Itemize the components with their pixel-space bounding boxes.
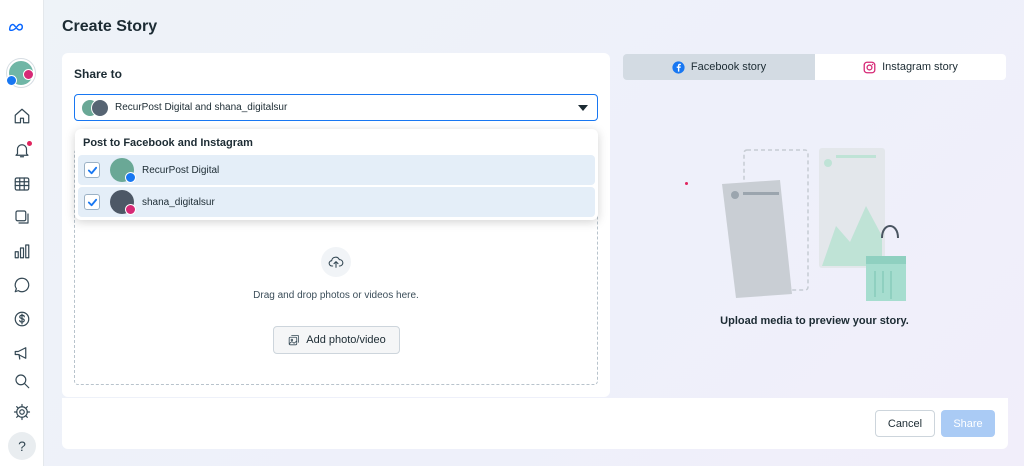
account-dropdown: Post to Facebook and Instagram RecurPost… <box>75 129 598 220</box>
tab-instagram-story[interactable]: Instagram story <box>815 54 1006 80</box>
share-button[interactable]: Share <box>941 410 995 437</box>
chart-icon[interactable] <box>11 240 33 262</box>
instagram-badge-icon <box>23 69 34 80</box>
bell-icon[interactable] <box>11 139 33 161</box>
instagram-account-avatar <box>91 98 109 117</box>
upload-cloud-icon <box>321 247 351 277</box>
decorative-dot <box>685 182 688 185</box>
share-card: Share to RecurPost Digital and shana_dig… <box>62 53 610 397</box>
facebook-icon <box>672 60 685 74</box>
photo-icon <box>288 334 300 345</box>
checkmark-icon <box>87 198 97 206</box>
account-avatar[interactable] <box>6 59 35 87</box>
search-icon[interactable] <box>11 370 33 392</box>
account-name: RecurPost Digital <box>142 164 220 176</box>
shana-avatar <box>110 190 136 215</box>
story-preview-illustration <box>722 148 906 301</box>
tab-facebook-story[interactable]: Facebook story <box>623 54 815 80</box>
checkbox[interactable] <box>84 194 100 210</box>
table-icon[interactable] <box>11 173 33 195</box>
notification-dot <box>27 141 32 146</box>
home-icon[interactable] <box>11 105 33 127</box>
share-to-value: RecurPost Digital and shana_digitalsur <box>115 102 288 113</box>
gear-icon[interactable] <box>11 401 33 423</box>
help-button[interactable]: ? <box>8 432 36 460</box>
add-photo-video-label: Add photo/video <box>306 334 386 346</box>
page-title: Create Story <box>62 18 158 35</box>
cancel-button[interactable]: Cancel <box>875 410 935 437</box>
help-label: ? <box>18 438 26 454</box>
meta-logo-icon[interactable] <box>7 18 25 36</box>
account-name: shana_digitalsur <box>142 196 215 208</box>
dropdown-title: Post to Facebook and Instagram <box>83 137 253 149</box>
megaphone-icon[interactable] <box>11 342 33 364</box>
account-option-recurpost[interactable]: RecurPost Digital <box>78 155 595 185</box>
left-rail: ? <box>0 0 44 466</box>
tab-label: Facebook story <box>690 61 767 73</box>
facebook-badge-icon <box>6 75 17 86</box>
add-photo-video-button[interactable]: Add photo/video <box>273 326 400 354</box>
dollar-icon[interactable] <box>11 308 33 330</box>
instagram-badge-icon <box>125 204 136 215</box>
instagram-icon <box>863 61 876 73</box>
facebook-badge-icon <box>125 172 136 183</box>
layers-icon[interactable] <box>11 206 33 228</box>
share-to-select[interactable]: RecurPost Digital and shana_digitalsur <box>74 94 598 121</box>
preview-caption: Upload media to preview your story. <box>720 315 909 327</box>
checkbox[interactable] <box>84 162 100 178</box>
recurpost-avatar <box>110 158 136 183</box>
chat-icon[interactable] <box>11 274 33 296</box>
checkmark-icon <box>87 166 97 174</box>
account-option-shana[interactable]: shana_digitalsur <box>78 187 595 217</box>
footer-bar: Cancel Share <box>62 398 1008 449</box>
dropzone-text: Drag and drop photos or videos here. <box>253 290 419 301</box>
chevron-down-icon[interactable] <box>578 105 588 111</box>
share-to-label: Share to <box>74 67 123 81</box>
dual-account-avatar <box>81 98 109 117</box>
tab-label: Instagram story <box>882 61 958 73</box>
